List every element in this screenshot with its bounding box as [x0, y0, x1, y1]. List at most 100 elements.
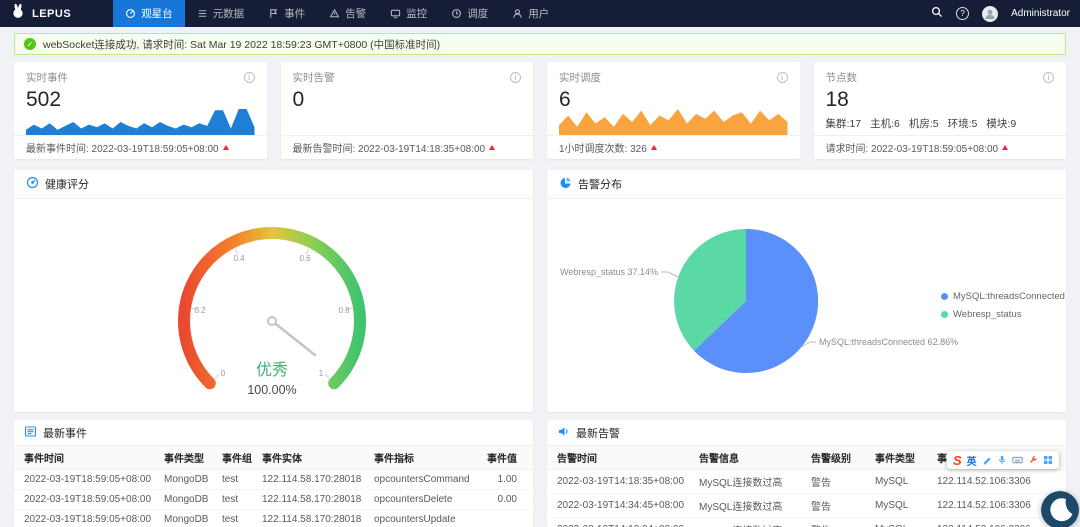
list-icon — [24, 425, 37, 441]
nav-item-events[interactable]: 事件 — [256, 0, 317, 27]
table-cell: opcountersDelete — [366, 489, 476, 510]
table-cell: 2022-03-19T18:59:05+08:00 — [14, 469, 156, 490]
stat-cards-row: 实时事件 i 502 最新事件时间: 2022-03-19T18:59:05+0… — [14, 62, 1066, 159]
gauge-pivot — [267, 316, 277, 326]
caret-up-icon — [489, 145, 496, 150]
mic-icon[interactable] — [997, 455, 1007, 465]
nav-item-metadata[interactable]: 元数据 — [185, 0, 257, 27]
panel-header: 告警分布 — [547, 170, 1066, 199]
stat-card-realtime-schedule: 实时调度 i 6 1小时调度次数: 326 — [547, 62, 800, 159]
banner-message: webSocket连接成功, 请求时间: Sat Mar 19 2022 18:… — [43, 38, 441, 51]
table-cell: test — [214, 509, 254, 527]
table-cell: MySQL连接数过高 — [691, 517, 803, 527]
table-cell: MongoDB — [156, 489, 214, 510]
dashboard-icon — [125, 8, 136, 19]
nav-label: 元数据 — [212, 8, 245, 20]
legend-label: MySQL:threadsConnected — [953, 291, 1065, 302]
column-header: 事件实体 — [254, 446, 366, 470]
info-icon[interactable]: i — [510, 72, 521, 83]
nav-item-users[interactable]: 用户 — [500, 0, 561, 27]
table-cell: test — [214, 489, 254, 510]
nav-item-dashboard[interactable]: 观星台 — [113, 0, 185, 27]
toolbox-icon[interactable] — [1028, 455, 1038, 465]
gauge-icon — [26, 176, 39, 192]
stat-footer-text: 最新事件时间: 2022-03-19T18:59:05+08:00 — [26, 144, 219, 155]
table-cell: MySQL — [867, 469, 929, 494]
info-icon[interactable]: i — [1043, 72, 1054, 83]
table-cell: opcountersCommand — [366, 469, 476, 490]
column-header: 事件组 — [214, 446, 254, 470]
info-icon[interactable]: i — [243, 72, 255, 83]
table-row: 2022-03-19T18:59:05+08:00 MongoDB test 122.… — [14, 469, 533, 490]
grid-icon[interactable] — [1043, 455, 1053, 465]
main-menu: 观星台 元数据 事件 告警 监控 调度 用户 — [113, 0, 561, 27]
table-cell: 2022-03-19T14:18:35+08:00 — [547, 469, 691, 494]
legend-item-webresp[interactable]: Webresp_status — [941, 309, 1065, 320]
node-meta-item: 机房:5 — [908, 118, 939, 130]
node-meta-item: 模块:9 — [986, 118, 1017, 130]
charts-row: 健康评分 0 0.2 0.4 0.6 0.8 1 优秀 100.00% 告警分布… — [14, 170, 1066, 412]
alert-icon — [329, 8, 340, 19]
search-icon[interactable] — [931, 5, 943, 23]
stat-footer: 最新告警时间: 2022-03-19T14:18:35+08:00 — [280, 135, 533, 159]
table-cell: 警告 — [803, 493, 867, 518]
user-icon — [512, 8, 523, 19]
caret-up-icon — [1002, 145, 1009, 150]
nav-item-alerts[interactable]: 告警 — [317, 0, 378, 27]
stat-footer-text: 1小时调度次数: 326 — [559, 144, 647, 155]
table-cell: test — [214, 469, 254, 490]
table-cell: 122.114.58.170:28018 — [254, 469, 366, 490]
nav-item-monitor[interactable]: 监控 — [378, 0, 439, 27]
help-icon[interactable]: ? — [956, 7, 970, 20]
nav-item-schedule[interactable]: 调度 — [439, 0, 500, 27]
legend-label: Webresp_status — [953, 309, 1022, 320]
node-meta-item: 集群:17 — [825, 118, 862, 130]
caret-up-icon — [650, 145, 657, 150]
table-cell: MySQL连接数过高 — [691, 493, 803, 518]
info-icon[interactable]: i — [776, 72, 788, 83]
pen-icon[interactable] — [982, 455, 992, 465]
gauge-percent-label: 100.00% — [247, 383, 296, 397]
table-row: 2022-03-19T14:18:04+08:00MySQL连接数过高警告MyS… — [547, 517, 1066, 527]
current-user-name[interactable]: Administrator — [1011, 8, 1070, 19]
latest-events-panel: 最新事件 事件时间 事件类型 事件组 事件实体 事件指标 事件值 2022-03-19T1… — [14, 420, 533, 527]
table-cell: opcountersUpdate — [366, 509, 476, 527]
table-cell: 122.114.52.106:3306 — [929, 469, 1066, 494]
ime-language-toggle[interactable]: 英 — [967, 453, 977, 468]
svg-text:0.4: 0.4 — [233, 254, 245, 263]
keyboard-icon[interactable] — [1011, 455, 1023, 465]
gauge-needle — [270, 319, 317, 357]
stat-footer-text: 最新告警时间: 2022-03-19T14:18:35+08:00 — [292, 144, 486, 155]
table-cell — [476, 509, 533, 527]
legend-item-mysql-threads[interactable]: MySQL:threadsConnected — [941, 291, 1065, 302]
table-cell: MySQL连接数过高 — [691, 469, 803, 494]
latest-alerts-panel: 最新告警 告警时间告警信息告警级别事件类型事件实体 2022-03-19T14:… — [547, 420, 1066, 527]
caret-up-icon — [222, 145, 229, 150]
table-row: 2022-03-19T14:34:45+08:00 MySQL连接数过高 警告 MyS… — [547, 493, 1066, 518]
stat-value: 18 — [825, 88, 849, 111]
svg-text:0.2: 0.2 — [194, 306, 206, 315]
column-header: 告警级别 — [803, 446, 867, 470]
panel-header: 最新告警 — [547, 420, 1066, 446]
pie-legend: MySQL:threadsConnected Webresp_status — [941, 291, 1065, 320]
table-row: 2022-03-19T18:59:05+08:00 MongoDB test 122.… — [14, 489, 533, 510]
panel-title: 健康评分 — [45, 179, 89, 191]
column-header: 事件指标 — [366, 446, 476, 470]
stat-value: 0 — [292, 88, 305, 111]
svg-text:1: 1 — [319, 369, 324, 378]
floating-assistant-button[interactable] — [1041, 491, 1079, 527]
nav-label: 监控 — [406, 8, 428, 20]
table-cell: 2022-03-19T18:59:05+08:00 — [14, 489, 156, 510]
sogou-logo[interactable]: S — [953, 454, 962, 467]
table-cell: 1.00 — [476, 469, 533, 490]
avatar[interactable] — [982, 5, 999, 22]
stat-card-realtime-alerts: 实时告警 i 0 最新告警时间: 2022-03-19T14:18:35+08:… — [280, 62, 533, 159]
stat-title: 实时事件 — [26, 72, 68, 84]
websocket-status-banner: ✓ webSocket连接成功, 请求时间: Sat Mar 19 2022 1… — [14, 33, 1066, 55]
stat-footer: 请求时间: 2022-03-19T18:59:05+08:00 — [813, 135, 1066, 159]
stat-footer-text: 请求时间: 2022-03-19T18:59:05+08:00 — [825, 144, 999, 155]
monitor-icon — [390, 8, 401, 19]
column-header: 事件时间 — [14, 446, 156, 470]
alert-distribution-panel: 告警分布 Webresp_status 37.14% MySQL:threads… — [547, 170, 1066, 412]
brand[interactable]: LEPUS — [10, 3, 71, 24]
